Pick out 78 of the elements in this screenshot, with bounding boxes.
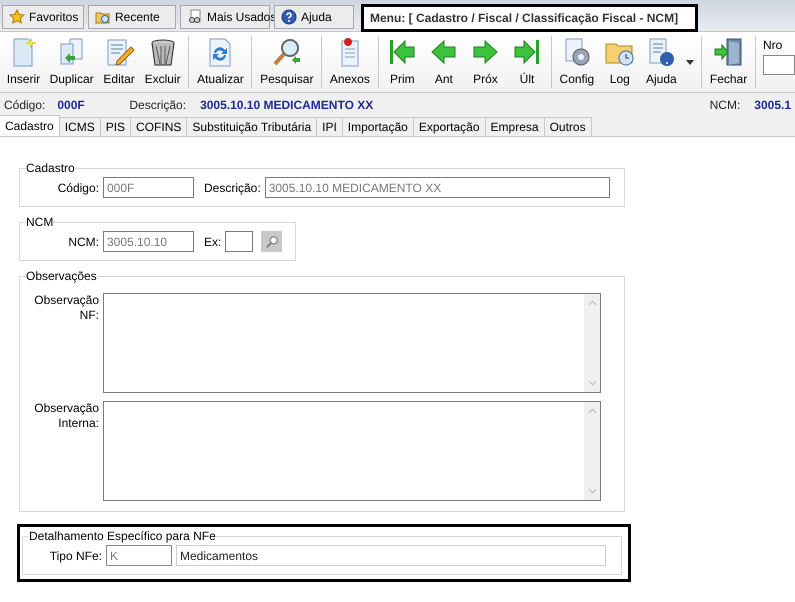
- tab[interactable]: Exportação: [412, 117, 486, 136]
- caret-icon: [686, 60, 694, 64]
- field-label: Código:: [56, 180, 99, 194]
- left-arrow-icon: [431, 40, 456, 64]
- toolbar-button[interactable]: Ajuda: [640, 32, 682, 92]
- nav-tab[interactable]: Ajuda: [274, 5, 354, 29]
- refresh-document-icon: [210, 38, 231, 66]
- field-label: Código:: [4, 98, 46, 112]
- toolbar-button[interactable]: Pesquisar: [255, 32, 318, 92]
- group-title: Observações: [26, 269, 97, 283]
- toolbar-button[interactable]: Fechar: [705, 32, 752, 92]
- tab[interactable]: Empresa: [484, 117, 545, 136]
- nav-tab[interactable]: Favoritos: [2, 5, 84, 29]
- toolbar-button[interactable]: Log: [599, 32, 641, 92]
- new-document-icon: [14, 38, 37, 66]
- type-description-field[interactable]: Medicamentos: [176, 545, 606, 566]
- pinned-document-icon: [341, 38, 358, 66]
- ex-field[interactable]: [225, 231, 254, 252]
- right-arrow-icon: [474, 40, 498, 64]
- toolbar-button[interactable]: Inserir: [2, 32, 45, 92]
- toolbar-button[interactable]: Duplicar: [44, 32, 98, 92]
- field-label: NCM:: [710, 98, 740, 112]
- toolbar-button[interactable]: Excluir: [140, 32, 186, 92]
- group-title: NCM: [26, 215, 54, 229]
- duplicate-documents-icon: [60, 38, 82, 64]
- nro-field[interactable]: [762, 55, 795, 75]
- help-icon: [281, 9, 297, 25]
- field-label: Descrição:: [129, 98, 186, 112]
- field-label: Tipo NFe:: [48, 548, 102, 562]
- toolbar-button[interactable]: Editar: [98, 32, 140, 92]
- first-arrow-icon: [390, 40, 415, 64]
- tab[interactable]: Outros: [544, 117, 592, 136]
- toolbar-button[interactable]: Prim: [382, 32, 424, 92]
- scroll-down-icon[interactable]: [588, 488, 596, 494]
- code-value: 000F: [57, 98, 86, 112]
- scrollbar[interactable]: [584, 402, 600, 500]
- menu-path: Menu: [ Cadastro / Fiscal / Classificação Fiscal - NCM]: [370, 10, 678, 26]
- trash-bin-icon: [151, 40, 174, 66]
- tab[interactable]: Cadastro: [0, 115, 60, 136]
- field-label: Observação Interna:: [33, 401, 99, 431]
- ncm-value: 3005.1: [754, 98, 791, 112]
- text-area[interactable]: [103, 293, 601, 393]
- scroll-up-icon[interactable]: [588, 408, 596, 414]
- group-title: Cadastro: [26, 161, 75, 175]
- group-title: Detalhamento Específico para NFe: [29, 529, 216, 543]
- exit-door-icon: [714, 38, 742, 66]
- last-arrow-icon: [514, 40, 540, 64]
- nav-tab[interactable]: Recente: [88, 5, 176, 29]
- field-label: Observação NF:: [33, 293, 99, 323]
- tab[interactable]: Importação: [342, 117, 414, 136]
- scrollbar[interactable]: [584, 294, 600, 392]
- description-field[interactable]: 3005.10.10 MEDICAMENTO XX: [264, 177, 610, 198]
- toolbar-button[interactable]: Atualizar: [192, 32, 248, 92]
- star-icon: [9, 9, 25, 25]
- description-value: 3005.10.10 MEDICAMENTO XX: [200, 98, 374, 112]
- search-button[interactable]: [261, 231, 282, 252]
- ncm-field[interactable]: 3005.10.10: [103, 231, 194, 252]
- field-label: NCM:: [67, 234, 99, 248]
- scroll-up-icon[interactable]: [588, 300, 596, 306]
- field-label: Ex:: [204, 234, 222, 248]
- text-area[interactable]: [103, 401, 601, 501]
- toolbar-button[interactable]: Últ: [506, 32, 548, 92]
- search-icon: [264, 234, 279, 248]
- tab[interactable]: Substituição Tributária: [186, 117, 318, 136]
- field-label: Descrição:: [204, 180, 261, 194]
- type-code-field[interactable]: K: [106, 545, 172, 566]
- help-document-icon: [650, 38, 674, 66]
- code-field[interactable]: 000F: [103, 177, 194, 198]
- edit-document-icon: [108, 40, 135, 66]
- toolbar-button[interactable]: Config: [554, 32, 599, 92]
- scroll-down-icon[interactable]: [588, 380, 596, 386]
- document-glasses-icon: [187, 9, 203, 25]
- toolbar-button[interactable]: Ant: [423, 32, 465, 92]
- toolbar-button[interactable]: Anexos: [325, 32, 375, 92]
- nro-label: Nro: [762, 38, 784, 52]
- search-icon: [273, 39, 300, 66]
- toolbar-button[interactable]: Próx: [464, 32, 506, 92]
- folder-clock-icon: [605, 44, 634, 66]
